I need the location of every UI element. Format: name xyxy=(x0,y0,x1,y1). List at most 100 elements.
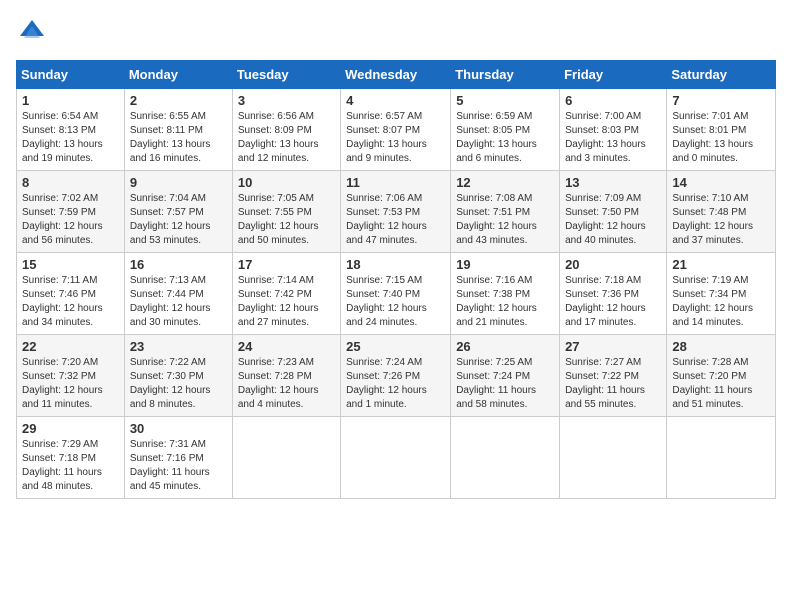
day-info: Sunrise: 6:55 AM Sunset: 8:11 PM Dayligh… xyxy=(130,110,227,166)
day-cell: 2Sunrise: 6:55 AM Sunset: 8:11 PM Daylig… xyxy=(124,89,232,171)
day-info: Sunrise: 6:59 AM Sunset: 8:05 PM Dayligh… xyxy=(456,110,554,166)
day-cell: 12 Sunrise: 7:08 AM Sunset: 7:51 PM Dayli… xyxy=(451,171,560,253)
day-number: 3 xyxy=(238,93,335,108)
day-cell: 6 Sunrise: 7:00 AM Sunset: 8:03 PM Daylig… xyxy=(560,89,667,171)
day-cell xyxy=(341,417,451,499)
day-cell xyxy=(451,417,560,499)
day-cell: 30 Sunrise: 7:31 AM Sunset: 7:16 PM Dayli… xyxy=(124,417,232,499)
day-info: Sunrise: 7:28 AM Sunset: 7:20 PM Dayligh… xyxy=(672,356,770,412)
day-number: 25 xyxy=(346,339,445,354)
week-row-3: 15Sunrise: 7:11 AM Sunset: 7:46 PM Dayli… xyxy=(17,253,776,335)
day-number: 1 xyxy=(22,93,119,108)
day-info: Sunrise: 7:05 AM Sunset: 7:55 PM Dayligh… xyxy=(238,192,335,248)
day-number: 26 xyxy=(456,339,554,354)
day-header-friday: Friday xyxy=(560,61,667,89)
day-number: 13 xyxy=(565,175,661,190)
day-info: Sunrise: 7:20 AM Sunset: 7:32 PM Dayligh… xyxy=(22,356,119,412)
logo-icon xyxy=(16,16,48,48)
day-info: Sunrise: 7:31 AM Sunset: 7:16 PM Dayligh… xyxy=(130,438,227,494)
day-number: 4 xyxy=(346,93,445,108)
day-number: 30 xyxy=(130,421,227,436)
day-info: Sunrise: 7:18 AM Sunset: 7:36 PM Dayligh… xyxy=(565,274,661,330)
day-number: 16 xyxy=(130,257,227,272)
page-header xyxy=(16,16,776,48)
day-cell: 17 Sunrise: 7:14 AM Sunset: 7:42 PM Dayli… xyxy=(232,253,340,335)
day-info: Sunrise: 6:56 AM Sunset: 8:09 PM Dayligh… xyxy=(238,110,335,166)
day-cell xyxy=(232,417,340,499)
day-cell: 23 Sunrise: 7:22 AM Sunset: 7:30 PM Dayli… xyxy=(124,335,232,417)
day-info: Sunrise: 7:08 AM Sunset: 7:51 PM Dayligh… xyxy=(456,192,554,248)
day-header-sunday: Sunday xyxy=(17,61,125,89)
day-header-thursday: Thursday xyxy=(451,61,560,89)
day-cell: 25 Sunrise: 7:24 AM Sunset: 7:26 PM Dayli… xyxy=(341,335,451,417)
day-cell: 8 Sunrise: 7:02 AM Sunset: 7:59 PM Daylig… xyxy=(17,171,125,253)
day-info: Sunrise: 7:13 AM Sunset: 7:44 PM Dayligh… xyxy=(130,274,227,330)
day-number: 12 xyxy=(456,175,554,190)
day-info: Sunrise: 7:24 AM Sunset: 7:26 PM Dayligh… xyxy=(346,356,445,412)
day-header-saturday: Saturday xyxy=(667,61,776,89)
day-number: 18 xyxy=(346,257,445,272)
day-cell: 27 Sunrise: 7:27 AM Sunset: 7:22 PM Dayli… xyxy=(560,335,667,417)
day-number: 9 xyxy=(130,175,227,190)
day-cell: 1 Sunrise: 6:54 AM Sunset: 8:13 PM Daylig… xyxy=(17,89,125,171)
day-number: 20 xyxy=(565,257,661,272)
logo xyxy=(16,16,52,48)
day-info: Sunrise: 7:25 AM Sunset: 7:24 PM Dayligh… xyxy=(456,356,554,412)
days-header-row: SundayMondayTuesdayWednesdayThursdayFrid… xyxy=(17,61,776,89)
day-number: 17 xyxy=(238,257,335,272)
day-cell: 13 Sunrise: 7:09 AM Sunset: 7:50 PM Dayli… xyxy=(560,171,667,253)
day-cell: 4 Sunrise: 6:57 AM Sunset: 8:07 PM Daylig… xyxy=(341,89,451,171)
day-info: Sunrise: 7:01 AM Sunset: 8:01 PM Dayligh… xyxy=(672,110,770,166)
day-number: 27 xyxy=(565,339,661,354)
week-row-2: 8 Sunrise: 7:02 AM Sunset: 7:59 PM Daylig… xyxy=(17,171,776,253)
day-number: 29 xyxy=(22,421,119,436)
day-number: 21 xyxy=(672,257,770,272)
day-cell: 20 Sunrise: 7:18 AM Sunset: 7:36 PM Dayli… xyxy=(560,253,667,335)
day-info: Sunrise: 7:16 AM Sunset: 7:38 PM Dayligh… xyxy=(456,274,554,330)
week-row-5: 29Sunrise: 7:29 AM Sunset: 7:18 PM Dayli… xyxy=(17,417,776,499)
day-info: Sunrise: 7:19 AM Sunset: 7:34 PM Dayligh… xyxy=(672,274,770,330)
day-cell: 16 Sunrise: 7:13 AM Sunset: 7:44 PM Dayli… xyxy=(124,253,232,335)
day-cell: 10 Sunrise: 7:05 AM Sunset: 7:55 PM Dayli… xyxy=(232,171,340,253)
day-cell: 28Sunrise: 7:28 AM Sunset: 7:20 PM Dayli… xyxy=(667,335,776,417)
day-cell: 14 Sunrise: 7:10 AM Sunset: 7:48 PM Dayli… xyxy=(667,171,776,253)
day-info: Sunrise: 7:23 AM Sunset: 7:28 PM Dayligh… xyxy=(238,356,335,412)
day-number: 6 xyxy=(565,93,661,108)
day-cell: 29Sunrise: 7:29 AM Sunset: 7:18 PM Dayli… xyxy=(17,417,125,499)
day-number: 22 xyxy=(22,339,119,354)
day-cell: 11Sunrise: 7:06 AM Sunset: 7:53 PM Dayli… xyxy=(341,171,451,253)
day-cell: 24 Sunrise: 7:23 AM Sunset: 7:28 PM Dayli… xyxy=(232,335,340,417)
day-info: Sunrise: 7:14 AM Sunset: 7:42 PM Dayligh… xyxy=(238,274,335,330)
day-number: 7 xyxy=(672,93,770,108)
day-cell: 18 Sunrise: 7:15 AM Sunset: 7:40 PM Dayli… xyxy=(341,253,451,335)
day-info: Sunrise: 6:54 AM Sunset: 8:13 PM Dayligh… xyxy=(22,110,119,166)
day-cell: 21 Sunrise: 7:19 AM Sunset: 7:34 PM Dayli… xyxy=(667,253,776,335)
day-cell: 5 Sunrise: 6:59 AM Sunset: 8:05 PM Daylig… xyxy=(451,89,560,171)
day-info: Sunrise: 7:27 AM Sunset: 7:22 PM Dayligh… xyxy=(565,356,661,412)
day-number: 10 xyxy=(238,175,335,190)
day-cell: 9 Sunrise: 7:04 AM Sunset: 7:57 PM Daylig… xyxy=(124,171,232,253)
day-cell xyxy=(667,417,776,499)
day-number: 8 xyxy=(22,175,119,190)
day-info: Sunrise: 7:09 AM Sunset: 7:50 PM Dayligh… xyxy=(565,192,661,248)
day-number: 24 xyxy=(238,339,335,354)
day-number: 14 xyxy=(672,175,770,190)
day-cell: 26 Sunrise: 7:25 AM Sunset: 7:24 PM Dayli… xyxy=(451,335,560,417)
day-info: Sunrise: 7:04 AM Sunset: 7:57 PM Dayligh… xyxy=(130,192,227,248)
day-info: Sunrise: 7:22 AM Sunset: 7:30 PM Dayligh… xyxy=(130,356,227,412)
day-number: 23 xyxy=(130,339,227,354)
day-number: 11 xyxy=(346,175,445,190)
day-header-wednesday: Wednesday xyxy=(341,61,451,89)
calendar-table: SundayMondayTuesdayWednesdayThursdayFrid… xyxy=(16,60,776,499)
day-info: Sunrise: 7:10 AM Sunset: 7:48 PM Dayligh… xyxy=(672,192,770,248)
day-number: 19 xyxy=(456,257,554,272)
day-number: 5 xyxy=(456,93,554,108)
day-info: Sunrise: 7:02 AM Sunset: 7:59 PM Dayligh… xyxy=(22,192,119,248)
week-row-4: 22 Sunrise: 7:20 AM Sunset: 7:32 PM Dayli… xyxy=(17,335,776,417)
day-cell: 7 Sunrise: 7:01 AM Sunset: 8:01 PM Daylig… xyxy=(667,89,776,171)
day-info: Sunrise: 6:57 AM Sunset: 8:07 PM Dayligh… xyxy=(346,110,445,166)
day-cell: 19 Sunrise: 7:16 AM Sunset: 7:38 PM Dayli… xyxy=(451,253,560,335)
day-info: Sunrise: 7:15 AM Sunset: 7:40 PM Dayligh… xyxy=(346,274,445,330)
day-cell xyxy=(560,417,667,499)
day-info: Sunrise: 7:00 AM Sunset: 8:03 PM Dayligh… xyxy=(565,110,661,166)
